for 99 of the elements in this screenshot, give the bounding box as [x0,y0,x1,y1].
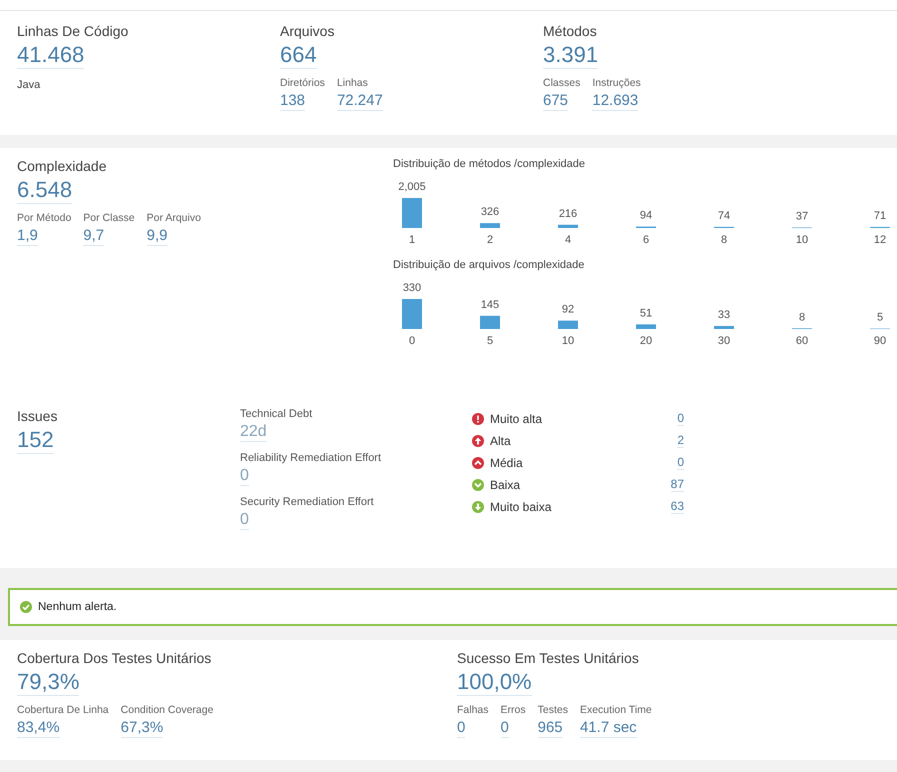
language-label: Java [17,79,42,91]
axis-label: 20 [640,335,652,347]
sub-metric-label: Classes [543,77,580,89]
axis-label: 10 [796,234,808,246]
sub-metric-value[interactable]: 0 [457,718,466,738]
axis-label: 8 [720,234,728,246]
axis-label: 90 [874,335,886,347]
effort-value[interactable]: 0 [240,511,249,530]
sub-metric-value[interactable]: 12.693 [592,91,638,111]
axis-label: 10 [562,335,574,347]
axis-label: 5 [486,335,494,347]
metric-label: Linhas De Código [17,23,130,39]
metric-label: Issues [17,408,58,424]
chart-bar[interactable] [636,324,656,329]
severity-icon [472,500,484,512]
sub-metric-label: Erros [500,704,526,716]
bar-value-label: 51 [640,307,652,320]
bar-value-label: 74 [718,210,730,222]
chart-bar[interactable] [480,223,500,228]
sub-metric-label: Testes [538,704,568,716]
chart-bar[interactable] [480,316,500,329]
effort-label: Technical Debt [240,408,314,420]
sub-metric-value[interactable]: 138 [280,91,306,111]
severity-label: Média [490,456,524,470]
metric-label: Arquivos [280,23,336,39]
bar-value-label: 2,005 [398,181,426,193]
bar-value-label: 92 [562,304,574,316]
axis-label: 4 [564,234,572,246]
effort-value[interactable]: 0 [240,467,249,486]
severity-count[interactable]: 87 [670,477,684,492]
metric-value[interactable]: 664 [280,42,317,69]
bar-value-label: 5 [876,312,884,324]
bar-value-label: 216 [558,208,578,220]
effort-value[interactable]: 22d [240,423,267,442]
sub-metric-label: Por Arquivo [146,212,201,224]
sub-metric-value[interactable]: 1,9 [17,226,38,246]
sub-metric-label: Por Método [17,212,72,224]
sub-metric-value[interactable]: 9,9 [146,226,168,246]
sub-metric-value[interactable]: 41.7 sec [580,718,637,738]
metric-label: Métodos [543,23,598,39]
axis-label: 2 [486,234,494,246]
metric-label: Sucesso Em Testes Unitários [457,650,640,666]
sub-metric-label: Condition Coverage [120,704,214,716]
severity-icon [472,456,484,468]
chart-bar[interactable] [558,224,578,228]
severity-label: Muito baixa [490,500,552,514]
sub-metric-value[interactable]: 0 [500,718,509,738]
severity-icon [472,412,484,424]
sub-metric-value[interactable]: 9,7 [83,226,104,246]
metric-label: Complexidade [17,158,108,174]
severity-label: Alta [490,434,512,448]
check-icon [20,601,32,613]
axis-label: 30 [718,335,730,347]
chart-title: Distribuição de métodos /complexidade [393,158,586,170]
sub-metric-value[interactable]: 67,3% [120,718,164,738]
severity-icon [472,434,484,446]
bar-value-label: 33 [718,309,730,321]
bar-value-label: 71 [874,210,886,222]
bar-value-label: 330 [402,282,422,294]
bar-value-label: 8 [798,311,806,324]
metric-value[interactable]: 41.468 [17,42,84,69]
metric-value[interactable]: 152 [17,427,54,454]
alert-message: Nenhum alerta. [38,601,117,613]
bar-value-label: 145 [480,298,500,311]
severity-count[interactable]: 0 [677,455,684,470]
severity-count[interactable]: 2 [677,433,684,448]
bar-value-label: 94 [640,210,652,222]
sub-metric-label: Instruções [592,77,641,89]
bar-value-label: 37 [796,210,808,222]
axis-label: 0 [408,335,416,347]
effort-label: Reliability Remediation Effort [240,452,382,464]
axis-label: 6 [642,234,650,246]
sub-metric-label: Por Classe [83,212,135,224]
bar-value-label: 326 [480,206,500,218]
metric-label: Cobertura Dos Testes Unitários [17,650,212,666]
metric-value[interactable]: 6.548 [17,177,72,204]
sub-metric-label: Cobertura De Linha [17,704,109,716]
severity-label: Muito alta [490,412,544,426]
sub-metric-value[interactable]: 72.247 [336,91,383,111]
chart-bar[interactable] [558,320,578,329]
metric-value[interactable]: 79,3% [17,669,80,696]
severity-count[interactable]: 63 [670,499,684,514]
chart-title: Distribuição de arquivos /complexidade [393,259,586,271]
severity-label: Baixa [490,478,522,492]
sub-metric-value[interactable]: 965 [538,718,563,738]
sub-metric-label: Linhas [336,77,369,89]
effort-label: Security Remediation Effort [240,496,375,508]
metric-value[interactable]: 3.391 [543,42,598,69]
axis-label: 12 [874,234,886,246]
sub-metric-label: Diretórios [280,77,325,89]
axis-label: 1 [408,234,416,246]
axis-label: 60 [796,335,808,347]
severity-count[interactable]: 0 [677,411,684,426]
sub-metric-value[interactable]: 83,4% [17,718,60,738]
sub-metric-value[interactable]: 675 [543,91,568,111]
sub-metric-label: Falhas [457,704,489,716]
severity-icon [472,478,484,490]
metric-value[interactable]: 100,0% [457,669,532,696]
sub-metric-label: Execution Time [580,704,652,716]
